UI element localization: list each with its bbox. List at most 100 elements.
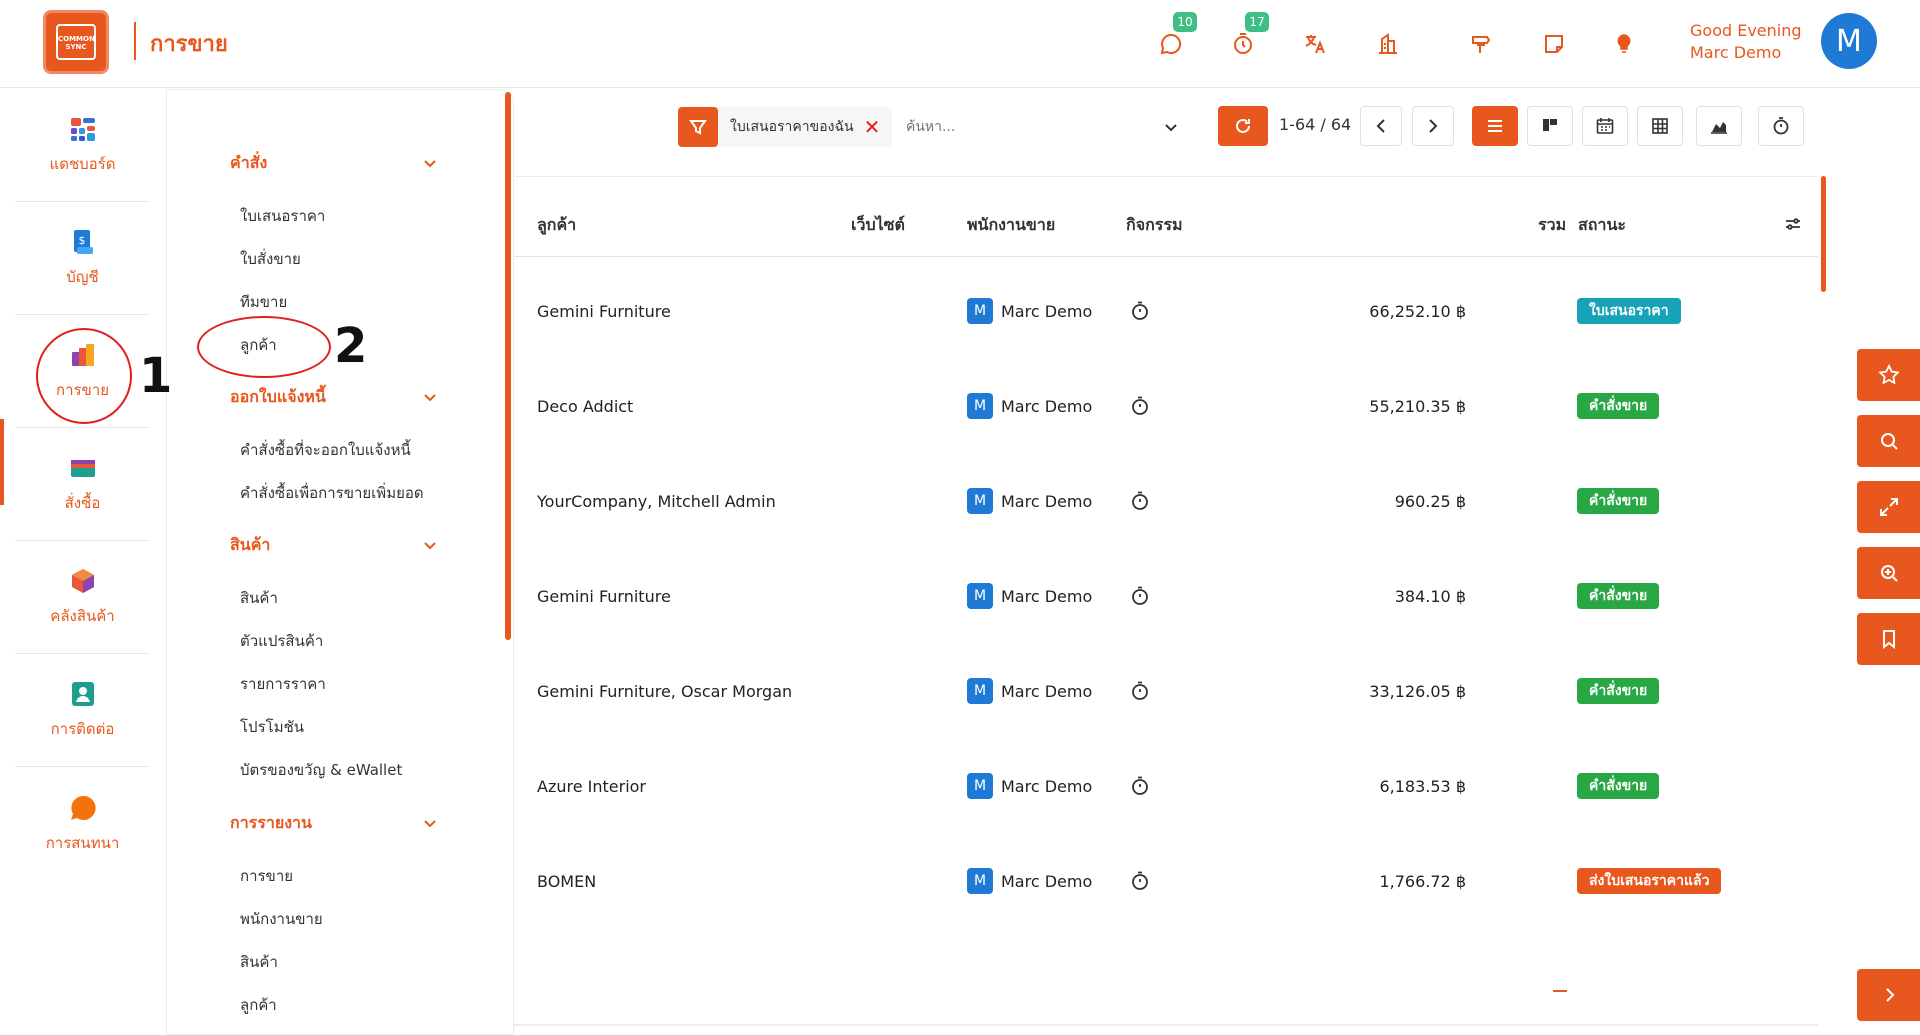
submenu-item-report-sales[interactable]: การขาย (240, 864, 293, 888)
submenu-item-sales-orders[interactable]: ใบสั่งขาย (240, 247, 301, 271)
submenu-section-orders[interactable]: คำสั่ง (230, 151, 267, 176)
list-header-border (514, 256, 1818, 257)
submenu-section-products[interactable]: สินค้า (230, 533, 270, 558)
submenu-section-invoicing[interactable]: ออกใบแจ้งหนี้ (230, 385, 326, 410)
active-filter-chip[interactable]: ใบเสนอราคาของฉัน ✕ (678, 107, 893, 147)
greeting-line-1: Good Evening (1690, 21, 1802, 40)
row-salesperson: M Marc Demo (967, 298, 1092, 324)
column-header-activity[interactable]: กิจกรรม (1126, 213, 1182, 238)
column-header-status[interactable]: สถานะ (1578, 213, 1626, 238)
pager-next-button[interactable] (1412, 106, 1454, 146)
rail-item-purchase[interactable]: สั่งซื้อ (15, 428, 150, 541)
column-header-website[interactable]: เว็บไซต์ (851, 213, 905, 238)
table-row[interactable]: Azure Interior M Marc Demo 6,183.53 ฿ คำส… (514, 773, 1818, 872)
activity-clock-icon[interactable] (1129, 395, 1151, 417)
fullscreen-button[interactable] (1857, 481, 1920, 533)
messages-icon[interactable]: 10 (1157, 12, 1197, 58)
table-row[interactable]: Gemini Furniture M Marc Demo 384.10 ฿ คำส… (514, 583, 1818, 682)
status-badge: คำสั่งขาย (1577, 583, 1660, 609)
submenu-scrollbar[interactable] (505, 92, 511, 640)
submenu-item-quotations[interactable]: ใบเสนอราคา (240, 204, 325, 228)
sales-submenu (166, 89, 514, 1035)
column-settings-icon[interactable] (1783, 214, 1803, 234)
rail-item-label: บัญชี (66, 268, 99, 286)
note-icon[interactable] (1540, 30, 1568, 58)
column-header-customer[interactable]: ลูกค้า (537, 213, 576, 238)
row-total: 6,183.53 ฿ (1379, 777, 1466, 796)
chevron-down-icon[interactable] (422, 155, 438, 171)
activity-clock-icon[interactable] (1129, 585, 1151, 607)
user-avatar[interactable]: M (1821, 13, 1877, 69)
signpost-icon[interactable] (1467, 30, 1495, 58)
annotation-circle-1 (36, 328, 132, 424)
submenu-item-orders-to-invoice[interactable]: คำสั่งซื้อที่จะออกใบแจ้งหนี้ (240, 438, 411, 462)
annotation-circle-2 (197, 316, 331, 378)
table-row[interactable]: Gemini Furniture, Oscar Morgan M Marc Dem… (514, 678, 1818, 777)
app-logo[interactable]: COMMON SYNC (43, 10, 109, 74)
refresh-button[interactable] (1218, 106, 1268, 146)
calendar-icon (1596, 118, 1614, 134)
rail-item-contacts[interactable]: การติดต่อ (15, 654, 150, 767)
submenu-item-gift-cards[interactable]: บัตรของขวัญ & eWallet (240, 758, 402, 782)
kanban-view-button[interactable] (1527, 106, 1573, 146)
activity-clock-icon[interactable] (1129, 680, 1151, 702)
search-button[interactable] (1857, 415, 1920, 467)
submenu-item-orders-to-upsell[interactable]: คำสั่งซื้อเพื่อการขายเพิ่มยอด (240, 481, 424, 505)
pager-value[interactable]: 1-64 / 64 (1279, 115, 1351, 134)
submenu-item-report-products[interactable]: สินค้า (240, 950, 278, 974)
table-row[interactable]: Deco Addict M Marc Demo 55,210.35 ฿ คำสั่… (514, 393, 1818, 492)
rail-item-inventory[interactable]: คลังสินค้า (15, 541, 150, 654)
table-row[interactable]: YourCompany, Mitchell Admin M Marc Demo 9… (514, 488, 1818, 587)
activity-clock-icon[interactable] (1129, 775, 1151, 797)
purchase-icon (70, 460, 95, 477)
chevron-down-icon[interactable] (422, 537, 438, 553)
row-salesperson: M Marc Demo (967, 583, 1092, 609)
submenu-item-report-salespersons[interactable]: พนักงานขาย (240, 907, 323, 931)
favorite-button[interactable] (1857, 349, 1920, 401)
area-chart-icon (1711, 122, 1727, 134)
status-badge: ส่งใบเสนอราคาแล้ว (1577, 868, 1722, 894)
chevron-down-icon[interactable] (422, 389, 438, 405)
rail-item-dashboard[interactable]: แดชบอร์ด (15, 89, 150, 202)
activity-view-button[interactable] (1758, 106, 1804, 146)
chevron-down-icon[interactable] (422, 815, 438, 831)
activity-clock-icon[interactable] (1129, 300, 1151, 322)
zoom-button[interactable] (1857, 547, 1920, 599)
pager-previous-button[interactable] (1360, 106, 1402, 146)
submenu-item-sales-teams[interactable]: ทีมขาย (240, 290, 287, 314)
search-input[interactable] (906, 112, 1166, 142)
list-bottom-border (514, 1024, 1818, 1026)
expand-panel-button[interactable] (1857, 969, 1920, 1021)
submenu-item-product-variants[interactable]: ตัวแปรสินค้า (240, 629, 323, 653)
bookmark-button[interactable] (1857, 613, 1920, 665)
activity-clock-icon[interactable] (1129, 870, 1151, 892)
activities-clock-icon[interactable]: 17 (1229, 12, 1269, 58)
graph-view-button[interactable] (1696, 106, 1742, 146)
activity-clock-icon[interactable] (1129, 490, 1151, 512)
salesperson-name: Marc Demo (1001, 871, 1093, 891)
remove-filter-icon[interactable]: ✕ (864, 115, 881, 139)
submenu-section-reporting[interactable]: การรายงาน (230, 811, 312, 836)
column-header-salesperson[interactable]: พนักงานขาย (967, 213, 1055, 238)
column-header-total[interactable]: รวม (1538, 213, 1566, 238)
list-view-button[interactable] (1472, 106, 1518, 146)
lightbulb-icon[interactable] (1610, 30, 1638, 58)
submenu-item-promotions[interactable]: โปรโมชัน (240, 715, 304, 739)
calendar-view-button[interactable] (1582, 106, 1628, 146)
search-options-chevron-icon[interactable] (1162, 118, 1180, 136)
company-building-icon[interactable] (1374, 30, 1402, 58)
submenu-item-report-customers[interactable]: ลูกค้า (240, 993, 277, 1017)
bookmark-icon (1882, 630, 1895, 650)
filter-icon[interactable] (678, 107, 718, 147)
list-scrollbar[interactable] (1821, 176, 1826, 292)
table-row[interactable]: BOMEN M Marc Demo 1,766.72 ฿ ส่งใบเสนอราค… (514, 868, 1818, 967)
rail-item-accounting[interactable]: $ บัญชี (15, 202, 150, 315)
submenu-item-pricelists[interactable]: รายการราคา (240, 672, 326, 696)
rail-item-discuss[interactable]: การสนทนา (15, 767, 150, 880)
translate-icon[interactable] (1301, 30, 1329, 58)
submenu-item-products[interactable]: สินค้า (240, 586, 278, 610)
chevron-right-icon (1429, 119, 1438, 133)
search-icon (1880, 433, 1898, 450)
pivot-view-button[interactable] (1637, 106, 1683, 146)
table-row[interactable]: Gemini Furniture M Marc Demo 66,252.10 ฿ … (514, 298, 1818, 397)
